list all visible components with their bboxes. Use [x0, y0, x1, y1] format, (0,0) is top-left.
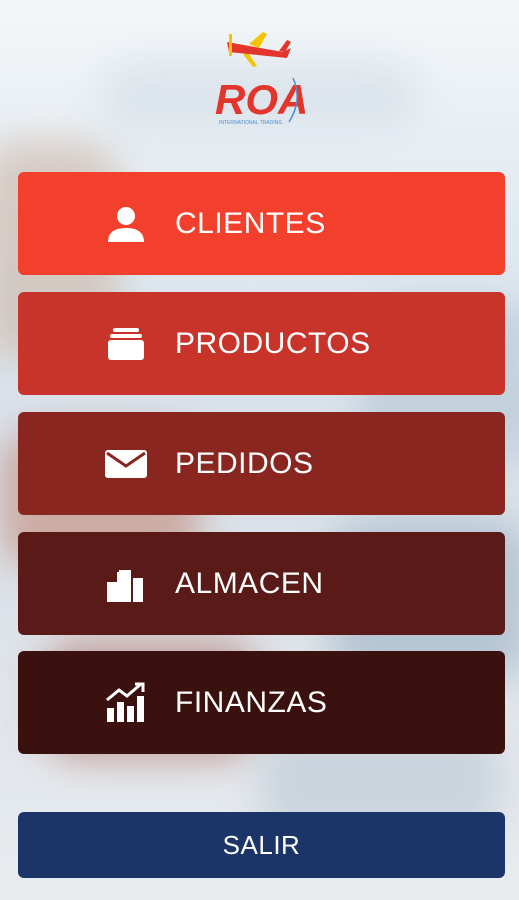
user-icon [104, 202, 148, 246]
roa-logo: ROA INTERNATIONAL TRADING [205, 18, 308, 130]
chart-icon [104, 681, 148, 725]
menu-button-finanzas[interactable]: FINANZAS [18, 651, 505, 754]
logo-text: ROA [215, 76, 305, 123]
salir-button[interactable]: SALIR [18, 812, 505, 878]
envelope-icon [104, 442, 148, 486]
warehouse-icon [104, 562, 148, 606]
menu-button-almacen[interactable]: ALMACEN [18, 532, 505, 635]
menu-button-pedidos[interactable]: PEDIDOS [18, 412, 505, 515]
logo-tagline: INTERNATIONAL TRADING [219, 120, 282, 126]
menu-label-productos: PRODUCTOS [175, 326, 371, 360]
box-icon [104, 322, 148, 366]
menu-label-pedidos: PEDIDOS [175, 446, 314, 480]
menu-label-almacen: ALMACEN [175, 566, 324, 600]
menu-button-productos[interactable]: PRODUCTOS [18, 292, 505, 395]
menu-button-clientes[interactable]: CLIENTES [18, 172, 505, 275]
airplane-icon [227, 32, 291, 67]
menu-label-finanzas: FINANZAS [175, 685, 328, 719]
menu-label-clientes: CLIENTES [175, 206, 326, 240]
